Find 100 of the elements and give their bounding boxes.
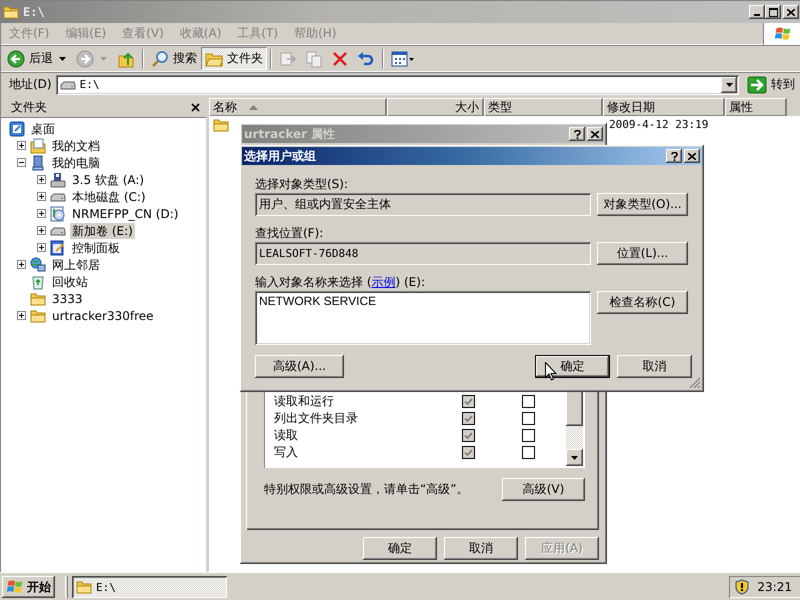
checkbox[interactable] — [522, 446, 535, 459]
cancel-button[interactable]: 取消 — [617, 355, 692, 378]
dropdown-button[interactable] — [721, 76, 737, 92]
collapse-icon[interactable] — [17, 158, 26, 167]
example-link[interactable]: 示例 — [372, 274, 396, 290]
go-arrow-icon — [747, 76, 767, 94]
expand-icon[interactable] — [37, 243, 46, 252]
close-button[interactable] — [783, 5, 799, 19]
ok-button[interactable]: 确定 — [535, 355, 610, 378]
table-cell: 2009-4-12 23:19 — [609, 118, 708, 131]
column-header[interactable]: 类型 — [484, 98, 603, 116]
object-names-field[interactable]: NETWORK SERVICE — [255, 291, 591, 345]
tree-item[interactable]: 3333 — [50, 290, 85, 306]
start-button[interactable]: 开始 — [2, 576, 55, 598]
advanced-button[interactable]: 高级(A)... — [255, 355, 344, 378]
question-mark-icon — [670, 152, 678, 160]
tree-item[interactable]: NRMEFPP_CN (D:) — [70, 206, 180, 222]
scroll-down-button[interactable] — [566, 449, 583, 466]
scrollbar-thumb[interactable] — [566, 390, 583, 426]
tree-item[interactable]: 3.5 软盘 (A:) — [70, 172, 146, 188]
close-icon — [688, 152, 696, 160]
close-button[interactable] — [587, 127, 603, 141]
checkbox[interactable] — [462, 446, 475, 459]
address-text: E:\ — [80, 78, 100, 91]
back-button[interactable]: 后退 — [3, 47, 57, 70]
dialog-button[interactable]: 取消 — [444, 537, 518, 560]
dialog-button[interactable]: 确定 — [363, 537, 437, 560]
folders-button[interactable]: 文件夹 — [201, 47, 267, 70]
network-icon — [30, 256, 46, 272]
tree-item[interactable]: 网上邻居 — [50, 256, 102, 272]
maximize-button[interactable] — [765, 5, 781, 19]
close-icon — [787, 8, 795, 16]
dropdown-caret-icon[interactable] — [59, 56, 66, 60]
tree-item[interactable]: 桌面 — [29, 120, 57, 136]
object-types-button[interactable]: 对象类型(O)... — [597, 193, 688, 216]
folder-icon — [76, 579, 92, 595]
expand-icon[interactable] — [17, 141, 26, 150]
permission-name: 写入 — [273, 444, 299, 461]
object-type-field: 用户、组或内置安全主体 — [255, 193, 591, 216]
column-header[interactable]: 名称 — [209, 98, 387, 116]
folder-icon — [30, 308, 46, 324]
expand-icon[interactable] — [37, 175, 46, 184]
taskbar-button[interactable]: E:\ — [72, 576, 227, 598]
minimize-button[interactable] — [749, 5, 765, 19]
checkbox[interactable] — [462, 429, 475, 442]
tree-item[interactable]: 我的文档 — [50, 138, 102, 154]
close-icon — [190, 103, 200, 112]
location-field: LEALSOFT-76D848 — [255, 242, 591, 265]
close-icon — [591, 130, 599, 138]
recycle-bin-icon — [30, 274, 46, 290]
folder-icon — [213, 116, 229, 132]
dialog-title: urtracker 属性 — [244, 126, 336, 142]
checkbox[interactable] — [522, 412, 535, 425]
check-names-button[interactable]: 检查名称(C) — [597, 291, 688, 314]
column-header[interactable]: 属性 — [725, 98, 787, 116]
windows-logo-icon — [774, 26, 792, 42]
field-label: 查找位置(F): — [255, 224, 324, 242]
maximize-icon — [768, 8, 778, 16]
checkbox[interactable] — [462, 412, 475, 425]
undo-icon — [357, 50, 375, 68]
tree-item[interactable]: 我的电脑 — [50, 154, 102, 170]
move-icon — [279, 50, 297, 68]
search-button[interactable]: 搜索 — [147, 47, 201, 70]
field-label: 选择对象类型(S): — [255, 176, 350, 192]
expand-icon[interactable] — [37, 226, 46, 235]
advanced-button[interactable]: 高级(V) — [502, 478, 585, 501]
checkbox[interactable] — [522, 395, 535, 408]
field-label: 输入对象名称来选择 (示例) (E): — [255, 273, 426, 291]
help-button[interactable] — [666, 149, 682, 163]
address-label: 地址(D) — [9, 76, 52, 93]
pane-title: 文件夹 — [11, 99, 47, 116]
window-title: E:\ — [23, 5, 46, 19]
column-header[interactable]: 大小 — [387, 98, 484, 116]
expand-icon[interactable] — [17, 311, 26, 320]
shield-icon[interactable] — [735, 579, 750, 595]
address-field[interactable]: E:\ — [56, 74, 739, 94]
tree-item[interactable]: 本地磁盘 (C:) — [70, 188, 148, 204]
expand-icon[interactable] — [37, 192, 46, 201]
folder-icon — [30, 290, 46, 306]
checkbox[interactable] — [462, 395, 475, 408]
tree-item[interactable]: urtracker330free — [50, 308, 156, 324]
tree-item[interactable]: 回收站 — [50, 274, 90, 290]
tree-item[interactable]: 新加卷 (E:) — [70, 222, 135, 238]
views-icon — [391, 50, 415, 68]
close-button[interactable] — [684, 149, 700, 163]
go-button[interactable]: 转到 — [743, 74, 799, 96]
cd-drive-icon — [50, 206, 66, 222]
locations-button[interactable]: 位置(L)... — [597, 242, 688, 265]
desktop-icon — [9, 120, 25, 136]
resize-grip-icon[interactable] — [689, 377, 701, 389]
column-header[interactable]: 修改日期 — [603, 98, 725, 116]
expand-icon[interactable] — [17, 260, 26, 269]
windows-logo-icon — [6, 579, 24, 595]
documents-folder-icon — [30, 138, 46, 154]
tree-item[interactable]: 控制面板 — [70, 240, 122, 256]
clock: 23:21 — [757, 580, 792, 594]
expand-icon[interactable] — [37, 209, 46, 218]
checkbox[interactable] — [522, 429, 535, 442]
help-button[interactable] — [569, 127, 585, 141]
control-panel-icon — [50, 240, 66, 256]
